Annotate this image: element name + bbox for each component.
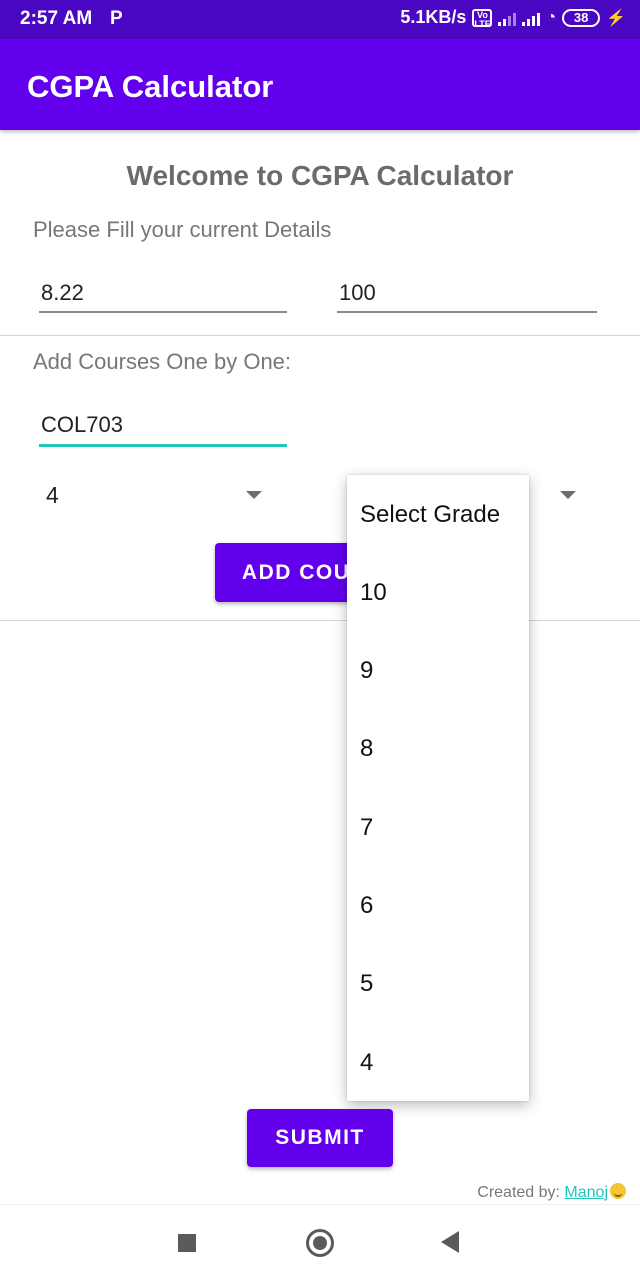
- back-icon[interactable]: [441, 1231, 459, 1253]
- grade-option-placeholder[interactable]: Select Grade: [360, 501, 500, 529]
- grade-dropdown: Select Grade 10 9 8 7 6 5 4: [347, 475, 529, 1101]
- submit-button[interactable]: SUBMIT: [247, 1109, 393, 1167]
- navigation-bar: [0, 1204, 640, 1281]
- wifi-icon: ◔: [546, 8, 557, 26]
- grade-option-8[interactable]: 8: [360, 735, 373, 763]
- credits-spinner[interactable]: 4: [46, 482, 59, 509]
- course-code-input[interactable]: COL703: [39, 412, 287, 447]
- home-icon[interactable]: [306, 1229, 334, 1257]
- smiley-icon: [610, 1183, 626, 1199]
- recents-icon[interactable]: [178, 1234, 196, 1252]
- status-bar: 2:57 AM P 5.1KB/s Vo LTE ◔ 38 ⚡: [0, 0, 640, 39]
- grade-chevron-down-icon[interactable]: [560, 491, 576, 499]
- credit-text: Created by:: [477, 1184, 565, 1201]
- battery-icon: 38: [562, 8, 601, 27]
- chevron-down-icon[interactable]: [246, 491, 262, 499]
- grade-option-4[interactable]: 4: [360, 1049, 373, 1077]
- status-indicators: 5.1KB/s Vo LTE ◔ 38 ⚡: [400, 7, 626, 28]
- grade-option-6[interactable]: 6: [360, 892, 373, 920]
- grade-option-5[interactable]: 5: [360, 970, 373, 998]
- author-link[interactable]: Manoj: [564, 1184, 608, 1201]
- status-time: 2:57 AM: [20, 8, 93, 29]
- grade-option-9[interactable]: 9: [360, 657, 373, 685]
- signal-icon: [498, 10, 517, 26]
- signal-icon-2: [522, 10, 541, 26]
- current-cgpa-input[interactable]: 8.22: [39, 280, 287, 313]
- parking-icon: P: [110, 8, 123, 29]
- current-credits-input[interactable]: 100: [337, 280, 597, 313]
- grade-option-10[interactable]: 10: [360, 579, 387, 607]
- welcome-heading: Welcome to CGPA Calculator: [126, 160, 514, 191]
- divider-bottom: [0, 620, 640, 621]
- details-prompt: Please Fill your current Details: [33, 217, 332, 242]
- volte-icon: Vo LTE: [472, 8, 493, 29]
- add-courses-prompt: Add Courses One by One:: [33, 349, 292, 374]
- charging-icon: ⚡: [606, 9, 626, 27]
- credit-line: Created by: Manoj: [477, 1183, 626, 1202]
- divider-top: [0, 335, 640, 336]
- app-title: CGPA Calculator: [27, 69, 274, 104]
- network-speed: 5.1KB/s: [400, 7, 467, 27]
- app-bar: CGPA Calculator: [0, 39, 640, 130]
- grade-option-7[interactable]: 7: [360, 814, 373, 842]
